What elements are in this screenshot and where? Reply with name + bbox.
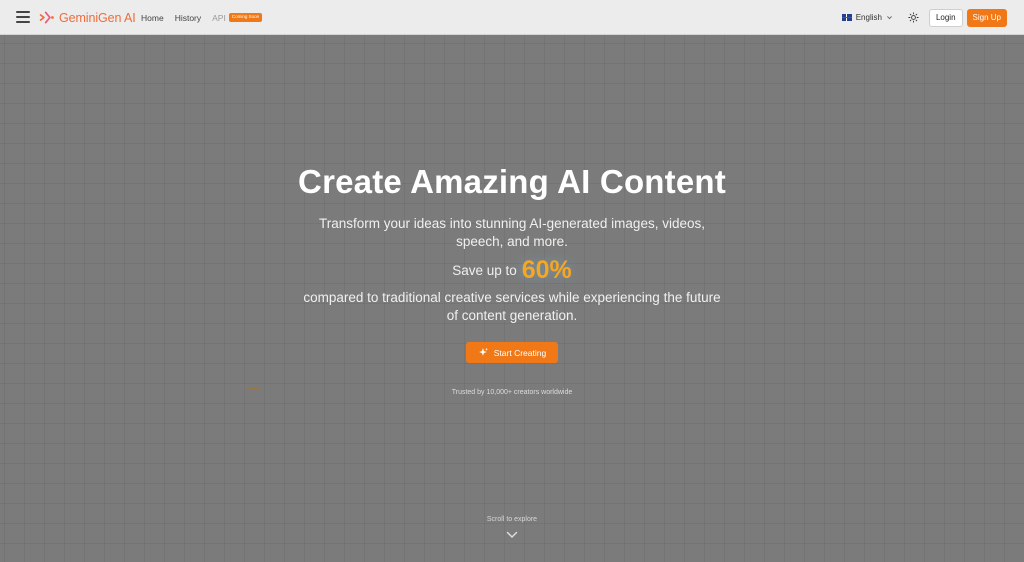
coming-soon-badge: Coming Soon bbox=[228, 13, 263, 22]
header-actions: English Login Sign Up bbox=[841, 0, 1007, 35]
signup-button[interactable]: Sign Up bbox=[966, 8, 1007, 27]
brand-name: GeminiGen AI bbox=[59, 10, 136, 25]
chevron-down-icon[interactable] bbox=[506, 531, 518, 539]
brand-logo[interactable]: GeminiGen AI bbox=[38, 9, 136, 26]
main-nav: Home History API Coming Soon bbox=[141, 0, 263, 35]
sparkle-icon bbox=[478, 347, 488, 356]
cta-label: Start Creating bbox=[493, 347, 547, 358]
uk-flag-icon bbox=[841, 14, 852, 21]
hero-description: compared to traditional creative service… bbox=[303, 290, 721, 323]
hero-title: Create Amazing AI Content bbox=[298, 163, 726, 200]
hero-section: Create Amazing AI Content Transform your… bbox=[0, 35, 1024, 562]
nav-home-link[interactable]: Home bbox=[141, 13, 164, 23]
scroll-hint-text: Scroll to explore bbox=[486, 516, 538, 523]
nav-api-label: API bbox=[212, 12, 226, 23]
login-button[interactable]: Login bbox=[928, 8, 963, 27]
savings-percent: 60% bbox=[521, 256, 572, 284]
language-selector[interactable]: English bbox=[841, 13, 893, 22]
language-label: English bbox=[855, 13, 882, 22]
savings-line: Save up to 60% bbox=[0, 256, 1024, 285]
nav-api-link[interactable]: API Coming Soon bbox=[212, 12, 263, 23]
hamburger-menu-icon[interactable] bbox=[16, 11, 30, 23]
top-navbar: GeminiGen AI Home History API Coming Soo… bbox=[0, 0, 1024, 35]
geminigen-logo-icon bbox=[39, 11, 54, 24]
trusted-by-text: Trusted by 10,000+ creators worldwide bbox=[451, 389, 573, 396]
savings-prefix: Save up to bbox=[452, 263, 517, 278]
theme-toggle-button[interactable] bbox=[908, 12, 920, 24]
nav-history-link[interactable]: History bbox=[175, 13, 201, 23]
chevron-down-icon bbox=[887, 16, 892, 20]
sun-icon bbox=[908, 12, 920, 23]
hero-subtitle: Transform your ideas into stunning AI-ge… bbox=[319, 216, 705, 249]
decorative-speck bbox=[232, 385, 246, 386]
start-creating-button[interactable]: Start Creating bbox=[466, 342, 558, 363]
